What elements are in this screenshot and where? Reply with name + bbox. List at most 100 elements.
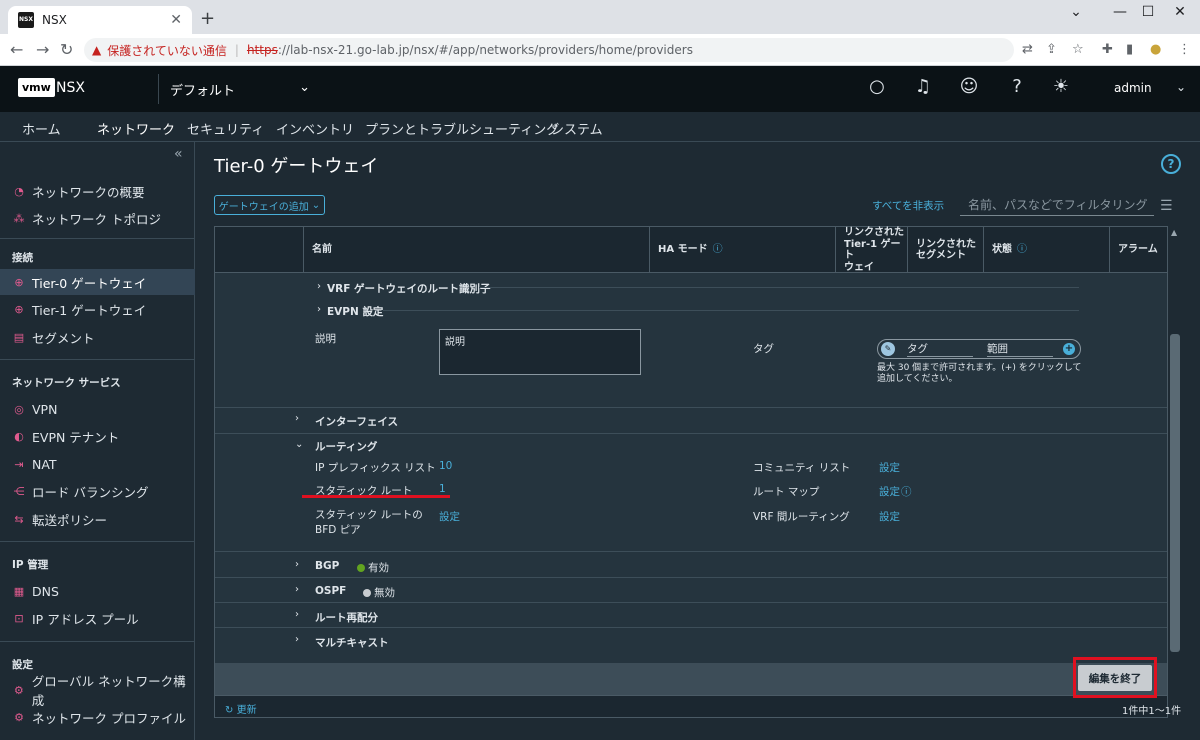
back-icon[interactable]: ← [10,40,23,59]
hide-all-link[interactable]: すべてを非表示 [872,198,944,213]
new-tab-icon[interactable]: + [200,8,215,29]
help-icon[interactable]: ? [1161,154,1181,174]
user-chevron-down-icon[interactable]: ⌄ [1170,76,1192,98]
evpn-settings-section[interactable]: EVPN 設定 [327,304,383,319]
extensions-icon[interactable]: ✚ [1102,42,1113,57]
vrf-route-distinguisher-section[interactable]: VRF ゲートウェイのルート識別子 [327,281,491,296]
chevron-right-icon[interactable]: › [295,634,299,645]
column-ha-mode[interactable]: HA モード ⓘ [649,227,835,273]
sidebar-item-load-balancing[interactable]: ⋲ ロード バランシング [0,478,195,504]
multicast-section[interactable]: マルチキャスト [315,635,389,650]
sidebar-item-tier0-gateway[interactable]: ⊕ Tier-0 ゲートウェイ [0,269,195,295]
sidebar-item-network-profiles[interactable]: ⚙ ネットワーク プロファイル [0,704,195,730]
translate-icon[interactable]: ⇄ [1022,42,1033,57]
scrollbar-thumb[interactable] [1170,334,1180,652]
search-icon[interactable]: ○ [866,76,888,98]
feedback-smiley-icon[interactable]: ☺ [958,76,980,98]
ospf-section[interactable]: OSPF [315,585,346,597]
scope-input[interactable]: 範囲 [987,341,1053,357]
row-divider [479,287,1079,288]
sidebar-item-network-topology[interactable]: ⁂ ネットワーク トポロジ [0,205,195,231]
info-icon[interactable]: ⓘ [1017,244,1027,256]
column-linked-segments[interactable]: リンクされた セグメント [907,227,983,273]
tab-home[interactable]: ホーム [22,119,61,138]
sidebar-item-dns[interactable]: ▦ DNS [0,578,195,604]
bfd-peer-link[interactable]: 設定 [439,509,460,524]
chevron-right-icon[interactable]: › [317,304,321,315]
column-name[interactable]: 名前 [303,227,649,273]
info-icon[interactable]: ⓘ [713,244,723,256]
tab-close-icon[interactable]: ✕ [170,12,182,28]
chevron-down-icon[interactable]: ⌄ [295,439,303,450]
route-map-info-icon[interactable]: ⓘ [901,484,912,499]
filter-menu-icon[interactable]: ☰ [1160,198,1173,214]
sidebar-item-label: VPN [32,401,58,417]
scroll-up-icon[interactable]: ▲ [1171,228,1177,237]
add-tag-icon[interactable]: + [1063,343,1075,355]
theme-sun-icon[interactable]: ☀ [1050,76,1072,98]
static-routes-link[interactable]: 1 [439,483,446,495]
column-alarms[interactable]: アラーム [1109,227,1167,273]
ospf-status-badge: 無効 [363,585,395,600]
filter-input[interactable] [960,194,1154,216]
refresh-button[interactable]: ↻ 更新 [225,701,257,716]
column-linked-tier1[interactable]: リンクされた Tier-1 ゲート ウェイ [835,227,907,273]
share-icon[interactable]: ⇪ [1046,42,1057,57]
sidebar-item-vpn[interactable]: ◎ VPN [0,396,195,422]
browser-tab[interactable]: NSX NSX ✕ [8,6,192,34]
add-gateway-button[interactable]: ゲートウェイの追加 ⌄ [214,195,325,215]
sidebar-item-ip-address-pool[interactable]: ⊡ IP アドレス プール [0,605,195,631]
collapse-sidebar-icon[interactable]: « [174,146,183,162]
forward-icon[interactable]: → [36,40,49,59]
interfaces-section[interactable]: インターフェイス [315,414,398,429]
tag-input[interactable]: タグ [907,341,973,357]
bookmark-star-icon[interactable]: ☆ [1072,42,1084,57]
browser-menu-icon[interactable]: ⋮ [1178,42,1191,57]
address-bar[interactable]: ▲ 保護されていない通信 | https ://lab-nsx-21.go-la… [84,38,1014,62]
route-map-label: ルート マップ [753,486,820,498]
sidebar-item-segments[interactable]: ▤ セグメント [0,324,195,350]
bgp-section[interactable]: BGP [315,560,339,572]
column-status[interactable]: 状態 ⓘ [983,227,1109,273]
tab-security[interactable]: セキュリティ [187,119,264,138]
sidebar-item-evpn-tenant[interactable]: ◐ EVPN テナント [0,423,195,449]
loadbalancer-icon: ⋲ [13,484,25,498]
ip-prefix-list-link[interactable]: 10 [439,460,452,472]
inter-vrf-routing-link[interactable]: 設定 [879,509,900,524]
tab-plan-troubleshoot[interactable]: プランとトラブルシューティング [365,119,559,138]
sidebar-item-tier1-gateway[interactable]: ⊕ Tier-1 ゲートウェイ [0,296,195,322]
user-menu[interactable]: admin [1114,81,1152,95]
chevron-right-icon[interactable]: › [295,609,299,620]
route-redistribution-section[interactable]: ルート再配分 [315,610,378,625]
description-label: 説明 [315,333,336,345]
chevron-right-icon[interactable]: › [317,281,321,292]
sidebar-section-network-services: ネットワーク サービス [12,377,121,389]
description-textarea[interactable]: 説明 [439,329,641,375]
sidebar-item-label: Tier-1 ゲートウェイ [32,302,147,318]
tag-input-group[interactable]: ✎ タグ 範囲 + [877,339,1081,359]
context-label: デフォルト [170,84,236,99]
tab-system[interactable]: システム [551,119,603,138]
help-menu-icon[interactable]: ? [1006,76,1028,98]
community-list-link[interactable]: 設定 [879,460,900,475]
bell-icon[interactable]: ♫ [912,76,934,98]
context-selector[interactable]: デフォルト ⌄ [170,80,310,99]
sidebar-item-forwarding-policy[interactable]: ⇆ 転送ポリシー [0,506,195,532]
chevron-right-icon[interactable]: › [295,559,299,570]
routing-section[interactable]: ルーティング [315,439,377,454]
sidebar-item-global-network-config[interactable]: ⚙ グローバル ネットワーク構成 [0,674,195,708]
sidebar-item-nat[interactable]: ⇥ NAT [0,451,195,477]
tab-inventory[interactable]: インベントリ [276,119,354,138]
chevron-right-icon[interactable]: › [295,413,299,424]
reload-icon[interactable]: ↻ [60,40,73,59]
security-label[interactable]: 保護されていない通信 [107,42,227,59]
sidebar-item-label: NAT [32,456,57,472]
profile-avatar-icon[interactable]: ● [1150,42,1161,57]
tab-search-icon[interactable]: ⌄ [1056,4,1096,20]
add-gateway-label: ゲートウェイの追加 [218,201,309,213]
window-close-icon[interactable]: ✕ [1160,4,1200,20]
route-map-link[interactable]: 設定 [879,484,900,499]
sidebar-item-network-overview[interactable]: ◔ ネットワークの概要 [0,178,195,204]
chevron-right-icon[interactable]: › [295,584,299,595]
side-panel-icon[interactable]: ▮ [1126,42,1133,57]
